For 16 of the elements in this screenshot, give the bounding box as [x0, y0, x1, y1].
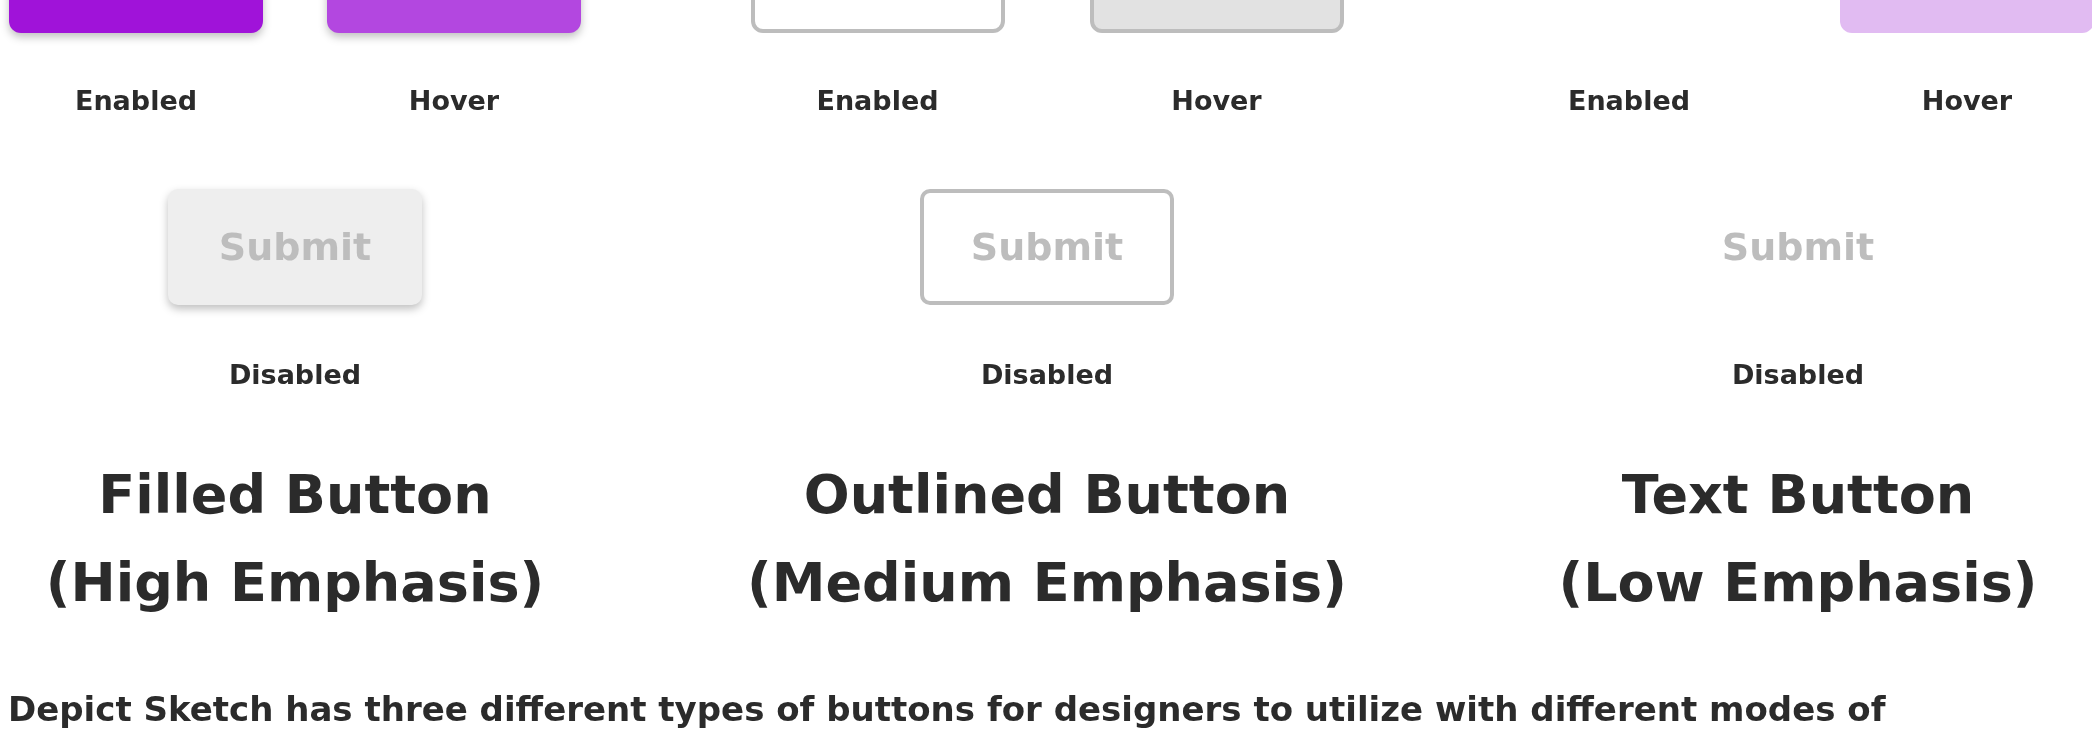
state-label: Enabled	[1567, 84, 1691, 118]
state-label: Disabled	[1731, 358, 1865, 392]
emphasis-subtitle: (High Emphasis)	[45, 550, 545, 616]
description-text: Depict Sketch has three different types of buttons for designers to utilize with different modes of	[7, 688, 1887, 731]
button-type-title: Filled Button	[98, 462, 492, 528]
state-label: Hover	[1171, 84, 1262, 118]
state-label: Hover	[1921, 84, 2013, 118]
emphasis-subtitle: (Medium Emphasis)	[747, 550, 1347, 616]
state-label: Disabled	[228, 358, 362, 392]
button-type-title: Text Button	[1621, 462, 1975, 528]
state-label: Enabled	[816, 84, 939, 118]
state-label: Hover	[408, 84, 500, 118]
state-label: Enabled	[74, 84, 198, 118]
button-type-title: Outlined Button	[803, 462, 1291, 528]
emphasis-subtitle: (Low Emphasis)	[1558, 550, 2038, 616]
state-label: Disabled	[980, 358, 1114, 392]
